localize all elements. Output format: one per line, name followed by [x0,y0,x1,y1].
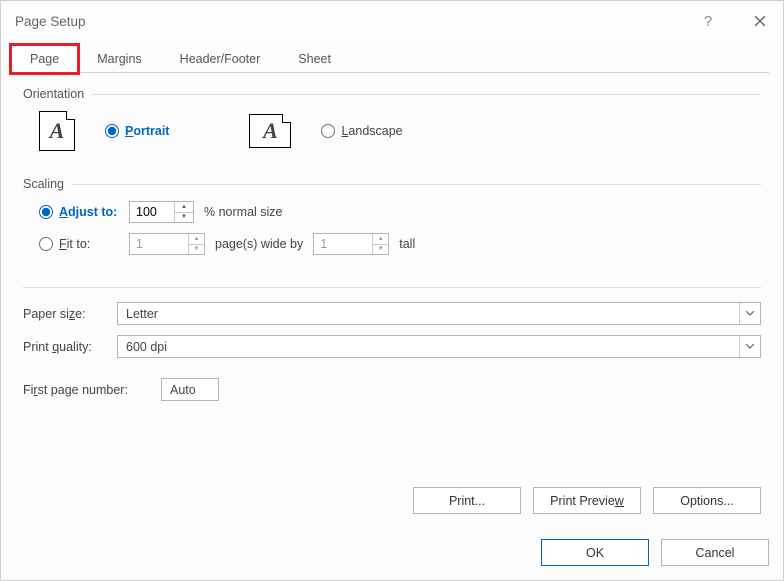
print-quality-combo[interactable]: 600 dpi [117,335,761,358]
spinner-down-icon[interactable]: ▼ [189,245,204,255]
chevron-down-icon[interactable] [739,336,760,357]
divider [23,287,761,288]
divider [92,94,761,95]
paper-size-value: Letter [126,307,739,321]
tab-header-footer-label: Header/Footer [180,52,261,66]
cancel-button-label: Cancel [696,546,735,560]
tab-bar: Page Margins Header/Footer Sheet [11,45,773,73]
portrait-doc-icon: A [39,111,75,151]
tab-page-label: Page [30,52,59,66]
print-quality-value: 600 dpi [126,340,739,354]
orientation-header: Orientation [23,87,84,101]
print-button[interactable]: Print... [413,487,521,514]
adjust-to-value[interactable] [130,202,174,222]
action-buttons-row: Print... Print Preview Options... [23,487,761,514]
print-quality-row: Print quality: 600 dpi [23,335,761,358]
first-page-number-row: First page number: Auto [23,378,761,401]
paper-size-label: Paper size: [23,307,117,321]
landscape-radio-label: Landscape [341,124,402,138]
adjust-to-spinner[interactable]: ▲ ▼ [129,201,194,223]
divider [72,184,761,185]
cancel-button[interactable]: Cancel [661,539,769,566]
dialog-footer: OK Cancel [1,533,783,580]
fit-to-radio-input[interactable] [39,237,53,251]
chevron-down-icon[interactable] [739,303,760,324]
print-preview-button[interactable]: Print Preview [533,487,641,514]
tab-sheet[interactable]: Sheet [279,45,350,73]
fit-tall-label: tall [399,237,415,251]
first-page-number-value: Auto [170,383,196,397]
tab-sheet-label: Sheet [298,52,331,66]
title-bar: Page Setup ? [1,1,783,41]
fit-wide-label: page(s) wide by [215,237,303,251]
landscape-doc-icon: A [249,114,291,148]
ok-button-label: OK [586,546,604,560]
fit-wide-value[interactable] [130,234,188,254]
adjust-to-radio-label: Adjust to: [59,205,117,219]
spinner-up-icon[interactable]: ▲ [175,202,193,213]
landscape-radio-input[interactable] [321,124,335,138]
first-page-number-label: First page number: [23,383,151,397]
print-button-label: Print... [449,494,485,508]
spinner-down-icon[interactable]: ▼ [175,213,193,223]
close-icon [754,15,766,27]
print-preview-button-label: Print Preview [550,494,624,508]
landscape-radio[interactable]: Landscape [321,124,402,138]
first-page-number-input[interactable]: Auto [161,378,219,401]
help-button[interactable]: ? [685,1,731,41]
adjust-to-radio-input[interactable] [39,205,53,219]
tab-margins[interactable]: Margins [78,45,160,73]
tab-page[interactable]: Page [11,45,78,73]
scaling-group: Scaling Adjust to: ▲ ▼ [23,177,761,265]
ok-button[interactable]: OK [541,539,649,566]
spinner-up-icon[interactable]: ▲ [373,234,388,245]
orientation-group: Orientation A Portrait A Landscape [23,87,761,161]
print-quality-label: Print quality: [23,340,117,354]
tab-margins-label: Margins [97,52,141,66]
options-button[interactable]: Options... [653,487,761,514]
fit-tall-spinner[interactable]: ▲ ▼ [313,233,389,255]
tab-header-footer[interactable]: Header/Footer [161,45,280,73]
portrait-radio-label: Portrait [125,124,169,138]
tab-content: Orientation A Portrait A Landscape S [15,72,769,522]
portrait-radio[interactable]: Portrait [105,124,169,138]
adjust-to-radio[interactable]: Adjust to: [39,205,119,219]
fit-to-radio[interactable]: Fit to: [39,237,119,251]
fit-tall-value[interactable] [314,234,372,254]
window-title: Page Setup [15,14,685,29]
paper-size-combo[interactable]: Letter [117,302,761,325]
page-setup-dialog: Page Setup ? Page Margins Header/Footer … [0,0,784,581]
spinner-up-icon[interactable]: ▲ [189,234,204,245]
spinner-down-icon[interactable]: ▼ [373,245,388,255]
portrait-radio-input[interactable] [105,124,119,138]
adjust-to-unit: % normal size [204,205,283,219]
scaling-header: Scaling [23,177,64,191]
paper-size-row: Paper size: Letter [23,302,761,325]
close-button[interactable] [737,1,783,41]
fit-to-radio-label: Fit to: [59,237,90,251]
fit-wide-spinner[interactable]: ▲ ▼ [129,233,205,255]
options-button-label: Options... [680,494,734,508]
